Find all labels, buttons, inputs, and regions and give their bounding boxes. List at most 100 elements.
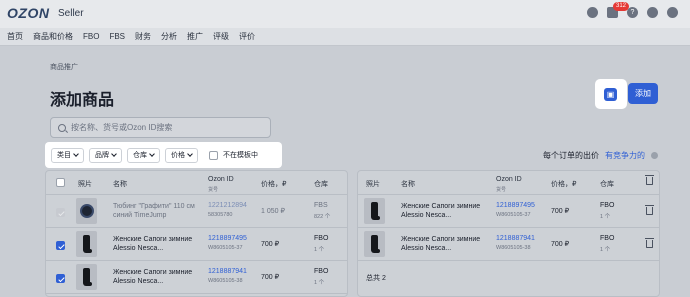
- table-row: Женские Сапоги зимние Alessio Nesca... 1…: [358, 228, 659, 261]
- filter-brand[interactable]: 品牌: [89, 147, 122, 163]
- row-checkbox[interactable]: [56, 241, 65, 250]
- col-price: 价格，₽: [551, 181, 577, 188]
- nav-item-products[interactable]: 商品和价格: [33, 31, 73, 42]
- help-highlight: ▣: [595, 79, 627, 109]
- row-checkbox[interactable]: [56, 274, 65, 283]
- account-icon[interactable]: [667, 7, 678, 18]
- breadcrumb[interactable]: 商品推广: [50, 62, 78, 72]
- search-input[interactable]: [71, 123, 261, 132]
- product-sku: W8605105-37: [208, 245, 243, 251]
- trash-icon[interactable]: [645, 238, 654, 248]
- boot-image: [371, 202, 380, 220]
- table-header: 照片 名称 Ozon ID 货号 价格，₽ 仓库: [358, 171, 659, 195]
- filter-bar: 类目 品牌 仓库 价格 不在模板中: [45, 142, 282, 168]
- trash-icon[interactable]: [645, 205, 654, 215]
- product-warehouse: FBO: [600, 235, 615, 242]
- not-in-template-checkbox[interactable]: [209, 150, 218, 160]
- product-id-link[interactable]: 1221212894: [208, 202, 247, 209]
- product-price: 700 ₽: [551, 241, 570, 248]
- col-warehouse: 仓库: [314, 181, 328, 188]
- boot-image: [83, 268, 92, 286]
- logo-subtitle: Seller: [58, 8, 84, 19]
- nav-item-promotion[interactable]: 推广: [187, 31, 203, 42]
- product-price: 1 050 ₽: [261, 208, 285, 215]
- trash-all-icon[interactable]: [645, 175, 654, 185]
- product-id-link[interactable]: 1218897495: [496, 202, 535, 209]
- table-row[interactable]: Женские Сапоги зимние Alessio Nesca... 1…: [46, 261, 347, 294]
- filter-brand-label: 品牌: [95, 152, 109, 159]
- main-nav: 首页 商品和价格 FBO FBS 财务 分析 推广 评级 评价: [0, 28, 690, 46]
- product-id-link[interactable]: 1218887941: [208, 268, 247, 275]
- filter-warehouse[interactable]: 仓库: [127, 147, 160, 163]
- col-name: 名称: [401, 181, 415, 188]
- nav-item-fbo[interactable]: FBO: [83, 32, 99, 41]
- col-photo: 照片: [366, 181, 380, 188]
- nav-item-home[interactable]: 首页: [7, 31, 23, 42]
- col-warehouse: 仓库: [600, 181, 614, 188]
- product-name: Женские Сапоги зимние Alessio Nesca...: [401, 203, 481, 219]
- chevron-down-icon: [187, 151, 193, 157]
- product-sku: 58305780: [208, 212, 233, 218]
- bid-competitive-link[interactable]: 有竞争力的: [605, 150, 645, 161]
- education-icon[interactable]: [647, 7, 658, 18]
- table-row[interactable]: Женские Сапоги зимние Alessio Nesca... 1…: [46, 228, 347, 261]
- top-bar: OZON Seller 312 ?: [0, 0, 690, 28]
- add-button[interactable]: 添加: [628, 83, 658, 104]
- search-box: [50, 117, 271, 138]
- crown-icon[interactable]: [587, 7, 598, 18]
- chevron-down-icon: [149, 151, 155, 157]
- filter-category[interactable]: 类目: [51, 147, 84, 163]
- info-icon[interactable]: [651, 152, 658, 159]
- select-all-checkbox-wrap[interactable]: [56, 178, 65, 189]
- ozon-logo[interactable]: OZON: [7, 5, 49, 21]
- product-price: 700 ₽: [261, 241, 280, 248]
- col-ozon-id: Ozon ID: [496, 176, 522, 183]
- nav-item-fbs[interactable]: FBS: [109, 32, 125, 41]
- product-thumbnail: [364, 231, 385, 257]
- product-name: Женские Сапоги зимние Alessio Nesca...: [113, 236, 193, 252]
- chat-icon[interactable]: 312: [607, 2, 630, 18]
- boot-image: [371, 235, 380, 253]
- not-in-template-toggle[interactable]: 不在模板中: [209, 150, 258, 160]
- nav-item-finance[interactable]: 财务: [135, 31, 151, 42]
- filter-category-label: 类目: [57, 152, 71, 159]
- help-icon[interactable]: ?: [627, 7, 638, 18]
- product-stock: 1 个: [600, 247, 611, 253]
- product-price: 700 ₽: [261, 274, 280, 281]
- product-stock: 822 个: [314, 214, 331, 220]
- product-sku: W8605105-38: [496, 245, 531, 251]
- available-products-table: 照片 名称 Ozon ID 货号 价格，₽ 仓库 Тюбинг "Графити…: [45, 170, 348, 297]
- nav-item-reviews[interactable]: 评价: [239, 31, 255, 42]
- product-warehouse: FBO: [314, 235, 329, 242]
- col-ozon-id: Ozon ID: [208, 176, 234, 183]
- product-thumbnail: [76, 198, 97, 224]
- tubing-image: [79, 204, 94, 218]
- bid-info: 每个订单的出价 有竞争力的: [543, 150, 658, 161]
- nav-item-rating[interactable]: 评级: [213, 31, 229, 42]
- product-id-link[interactable]: 1218887941: [496, 235, 535, 242]
- product-stock: 1 个: [314, 280, 325, 286]
- product-stock: 1 个: [314, 247, 325, 253]
- product-warehouse: FBO: [314, 268, 329, 275]
- product-name: Тюбинг "Графити" 110 см синий TimeJump: [113, 203, 195, 219]
- col-name: 名称: [113, 181, 127, 188]
- product-warehouse: FBO: [600, 202, 615, 209]
- boot-image: [83, 235, 92, 253]
- total-count: 总共 2: [366, 275, 386, 282]
- chevron-down-icon: [111, 151, 117, 157]
- filter-price[interactable]: 价格: [165, 147, 198, 163]
- table-row[interactable]: Тюбинг "Графити" 110 см синий TimeJump 1…: [46, 195, 347, 228]
- table-row: Женские Сапоги зимние Alessio Nesca... 1…: [358, 195, 659, 228]
- col-sku: 货号: [208, 187, 219, 193]
- page-title: 添加商品: [50, 92, 115, 109]
- col-price: 价格，₽: [261, 181, 287, 188]
- table-header: 照片 名称 Ozon ID 货号 价格，₽ 仓库: [46, 171, 347, 195]
- chat-help-button[interactable]: ▣: [604, 88, 617, 101]
- select-all-checkbox[interactable]: [56, 178, 65, 187]
- nav-item-analytics[interactable]: 分析: [161, 31, 177, 42]
- product-thumbnail: [76, 231, 97, 257]
- chevron-down-icon: [73, 151, 79, 157]
- product-id-link[interactable]: 1218897495: [208, 235, 247, 242]
- product-sku: W8605105-37: [496, 212, 531, 218]
- product-name: Женские Сапоги зимние Alessio Nesca...: [401, 236, 481, 252]
